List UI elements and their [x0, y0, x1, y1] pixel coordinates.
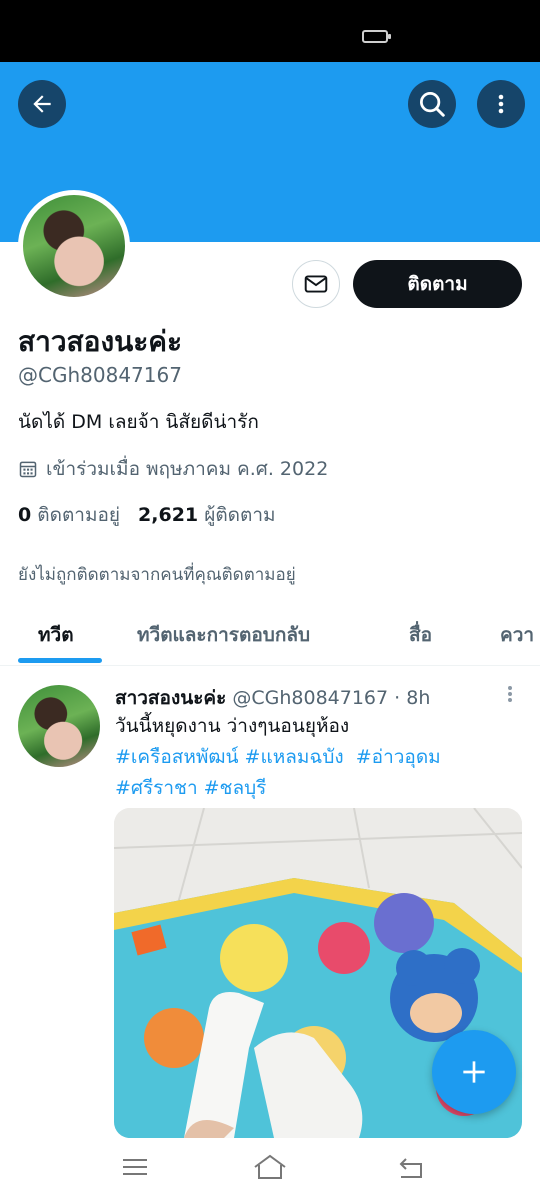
followers-stat[interactable]: 2,621 ผู้ติดตาม [138, 500, 276, 530]
back-button[interactable] [18, 80, 66, 128]
menu-icon[interactable] [120, 1152, 150, 1182]
compose-tweet-button[interactable] [432, 1030, 516, 1114]
tab-tweets[interactable]: ทวีต [38, 620, 74, 650]
home-icon[interactable] [252, 1152, 288, 1182]
status-bar [0, 0, 540, 62]
joined-date: เข้าร่วมเมื่อ พฤษภาคม ค.ศ. 2022 [18, 454, 328, 484]
follow-button[interactable]: ติดตาม [353, 260, 522, 308]
tab-tweets-replies[interactable]: ทวีตและการตอบกลับ [137, 620, 310, 650]
following-count: 0 [18, 504, 32, 526]
not-followed-note: ยังไม่ถูกติดตามจากคนที่คุณติดตามอยู่ [18, 565, 296, 585]
tweet-avatar[interactable] [18, 685, 100, 767]
hashtag-link[interactable]: #ศรีราชา [115, 777, 198, 799]
tweet-hashtags: #เครือสหพัฒน์ #แหลมฉบัง #อ่าวอุดม #ศรีราช… [115, 742, 520, 804]
vertical-dots-icon [508, 686, 512, 690]
vertical-dots-icon [498, 94, 504, 114]
profile-stats: 0 ติดตามอยู่ 2,621 ผู้ติดตาม [18, 500, 276, 530]
tab-media[interactable]: สื่อ [409, 620, 432, 650]
calendar-icon [19, 461, 37, 478]
joined-text: เข้าร่วมเมื่อ พฤษภาคม ค.ศ. 2022 [46, 458, 329, 480]
tab-likes[interactable]: ควา [500, 620, 534, 650]
tweet-author-name[interactable]: สาวสองนะค่ะ [115, 687, 226, 709]
search-button[interactable] [408, 80, 456, 128]
profile-bio: นัดได้ DM เลยจ้า นิสัยดีน่ารัก [18, 411, 259, 433]
following-label: ติดตามอยู่ [37, 504, 121, 526]
tweet-separator: · [394, 687, 401, 709]
hashtag-link[interactable]: #อ่าวอุดม [356, 746, 441, 768]
message-button[interactable] [292, 260, 340, 308]
arrow-left-icon [33, 95, 51, 113]
tweet-author-handle: @CGh80847167 [232, 687, 389, 709]
display-name: สาวสองนะค่ะ [18, 325, 183, 358]
return-arrow-icon[interactable] [396, 1152, 426, 1182]
system-nav-bar [0, 1138, 540, 1200]
active-tab-indicator [18, 658, 102, 663]
hashtag-link[interactable]: #ชลบุรี [204, 777, 267, 799]
plus-icon [463, 1061, 485, 1083]
followers-label: ผู้ติดตาม [204, 504, 276, 526]
followers-count: 2,621 [138, 504, 199, 526]
envelope-icon [304, 275, 328, 293]
profile-handle: @CGh80847167 [18, 363, 182, 387]
tweet-text: วันนี้หยุดงาน ว่างๆนอนยุห้อง [115, 715, 350, 737]
more-options-button[interactable] [477, 80, 525, 128]
tweet-more-button[interactable] [503, 683, 517, 705]
tweet-time: 8h [406, 687, 431, 709]
following-stat[interactable]: 0 ติดตามอยู่ [18, 500, 120, 530]
profile-tabs: ทวีต ทวีตและการตอบกลับ สื่อ ควา [0, 600, 540, 666]
battery-icon [362, 30, 391, 43]
profile-avatar[interactable] [18, 190, 130, 302]
tweet-header: สาวสองนะค่ะ @CGh80847167 · 8h [115, 683, 430, 713]
search-icon [420, 92, 445, 117]
hashtag-link[interactable]: #เครือสหพัฒน์ [115, 746, 239, 768]
hashtag-link[interactable]: #แหลมฉบัง [245, 746, 344, 768]
